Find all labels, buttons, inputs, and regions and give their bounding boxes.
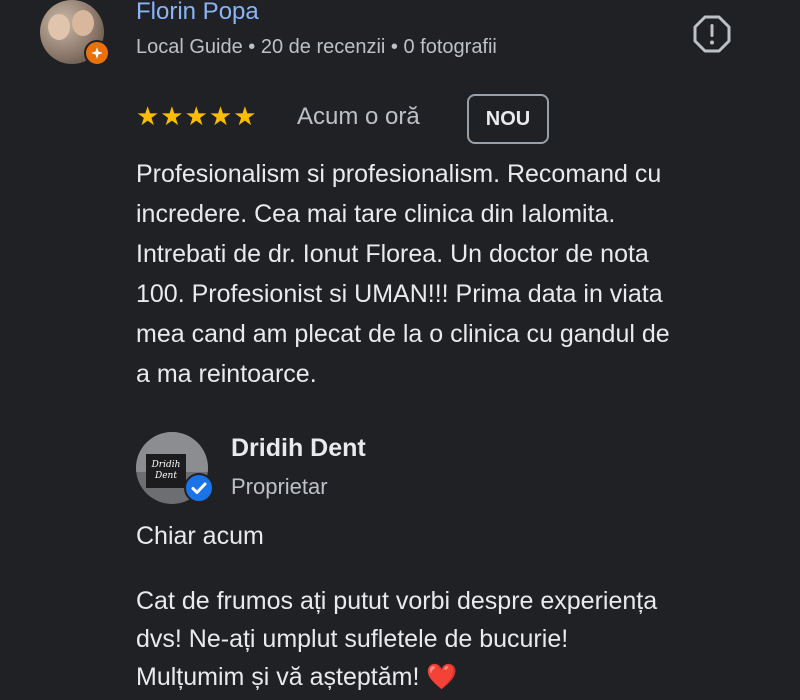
review-text-line: Profesionalism si profesionalism. Recoma… <box>136 160 662 188</box>
avatar-face <box>72 10 94 36</box>
review-text-line: Intrebati de dr. Ionut Florea. Un doctor… <box>136 240 649 268</box>
reviewer-name[interactable]: Florin Popa <box>136 0 259 26</box>
reply-text-line: Mulțumim și vă așteptăm! ❤️ <box>136 658 776 696</box>
review-time: Acum o oră <box>297 103 420 130</box>
verified-icon <box>184 473 214 503</box>
star-rating: ★★★★★ <box>136 101 258 131</box>
review-text-line: incredere. Cea mai tare clinica din Ialo… <box>136 200 616 228</box>
reviewer-meta: Local Guide • 20 de recenzii • 0 fotogra… <box>136 36 497 58</box>
reply-text-line: Cat de frumos ați putut vorbi despre exp… <box>136 587 658 615</box>
reply-text: Cat de frumos ați putut vorbi despre exp… <box>136 582 776 696</box>
owner-logo-sign: Dridih Dent <box>146 454 186 488</box>
review-text-line: mea cand am plecat de la o clinica cu ga… <box>136 320 670 348</box>
reply-time: Chiar acum <box>136 522 264 550</box>
owner-name[interactable]: Dridih Dent <box>231 434 366 463</box>
heart-icon: ❤️ <box>426 663 458 691</box>
reply-text-line: dvs! Ne-ați umplut sufletele de bucurie! <box>136 625 569 653</box>
owner-role: Proprietar <box>231 474 328 499</box>
avatar-face <box>48 14 70 40</box>
review-text-line: a ma reintoarce. <box>136 360 317 388</box>
review-text: Profesionalism si profesionalism. Recoma… <box>136 154 766 394</box>
local-guide-icon <box>84 40 110 66</box>
report-icon[interactable] <box>692 14 732 54</box>
reply-text-fragment: Mulțumim și vă așteptăm! <box>136 663 420 691</box>
new-badge: NOU <box>467 94 549 144</box>
review-text-line: 100. Profesionist si UMAN!!! Prima data … <box>136 280 663 308</box>
